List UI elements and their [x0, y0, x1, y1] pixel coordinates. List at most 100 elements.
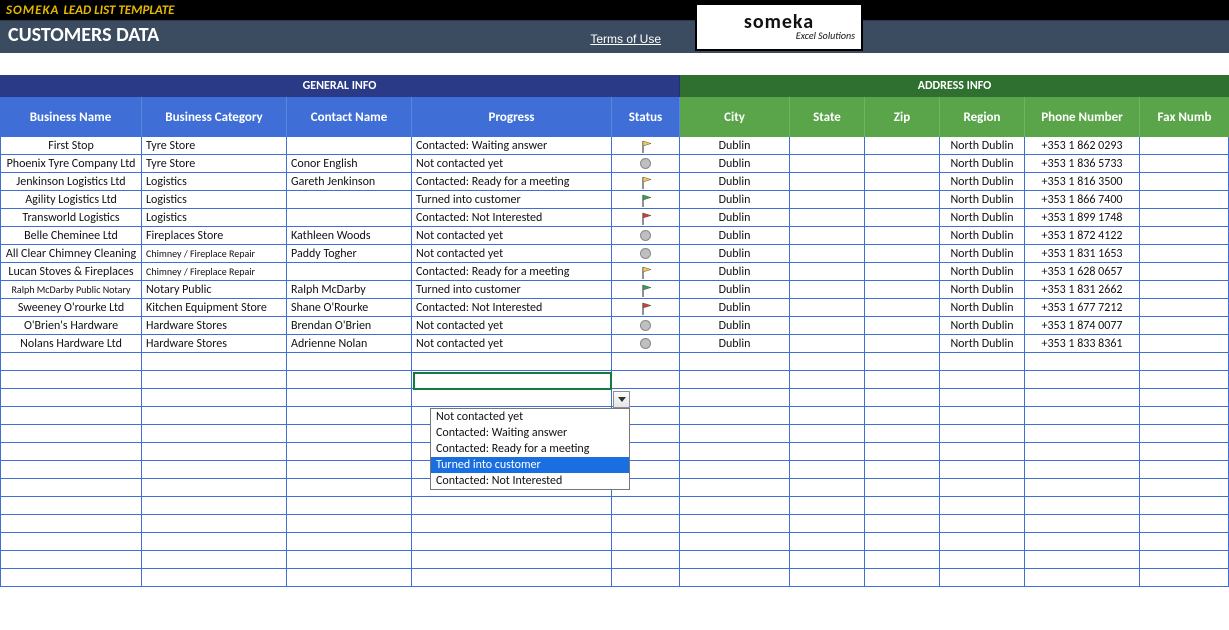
cell[interactable] — [612, 281, 680, 299]
cell[interactable] — [612, 191, 680, 209]
cell[interactable] — [940, 515, 1025, 533]
dropdown-option[interactable]: Not contacted yet — [431, 409, 629, 425]
cell[interactable]: Contacted: Not Interested — [412, 299, 612, 317]
cell[interactable] — [865, 299, 940, 317]
cell[interactable]: Sweeney O'rourke Ltd — [0, 299, 142, 317]
cell[interactable] — [412, 533, 612, 551]
cell[interactable] — [142, 371, 287, 389]
cell[interactable] — [865, 497, 940, 515]
cell[interactable] — [940, 425, 1025, 443]
cell[interactable] — [612, 263, 680, 281]
cell[interactable] — [940, 533, 1025, 551]
cell[interactable] — [790, 191, 865, 209]
cell[interactable] — [612, 371, 680, 389]
terms-of-use-link[interactable]: Terms of Use — [584, 31, 667, 47]
cell[interactable]: Not contacted yet — [412, 227, 612, 245]
cell[interactable]: Notary Public — [142, 281, 287, 299]
cell[interactable] — [680, 461, 790, 479]
cell[interactable]: Fireplaces Store — [142, 227, 287, 245]
col-zip[interactable]: Zip — [865, 97, 940, 137]
cell[interactable] — [865, 551, 940, 569]
cell[interactable] — [612, 299, 680, 317]
cell[interactable]: Chimney / Fireplace Repair — [142, 245, 287, 263]
cell[interactable] — [1025, 425, 1140, 443]
cell[interactable] — [940, 551, 1025, 569]
col-state[interactable]: State — [790, 97, 865, 137]
cell[interactable]: Contacted: Waiting answer — [412, 137, 612, 155]
cell[interactable] — [790, 425, 865, 443]
cell[interactable]: Brendan O'Brien — [287, 317, 412, 335]
cell[interactable] — [865, 353, 940, 371]
cell[interactable] — [612, 533, 680, 551]
col-contact-name[interactable]: Contact Name — [287, 97, 412, 137]
cell[interactable]: Dublin — [680, 299, 790, 317]
cell[interactable] — [142, 533, 287, 551]
col-region[interactable]: Region — [940, 97, 1025, 137]
cell[interactable]: Logistics — [142, 173, 287, 191]
cell[interactable] — [1140, 407, 1229, 425]
cell[interactable]: Tyre Store — [142, 137, 287, 155]
cell[interactable] — [287, 371, 412, 389]
cell[interactable]: +353 1 872 4122 — [1025, 227, 1140, 245]
cell[interactable] — [0, 479, 142, 497]
cell[interactable] — [680, 353, 790, 371]
cell[interactable] — [1140, 137, 1229, 155]
cell[interactable]: Dublin — [680, 191, 790, 209]
cell[interactable]: Hardware Stores — [142, 317, 287, 335]
cell[interactable] — [790, 209, 865, 227]
cell[interactable] — [287, 515, 412, 533]
cell[interactable]: North Dublin — [940, 317, 1025, 335]
dropdown-button[interactable] — [613, 391, 630, 408]
cell[interactable] — [865, 191, 940, 209]
cell[interactable] — [612, 569, 680, 587]
cell[interactable] — [612, 551, 680, 569]
cell[interactable]: North Dublin — [940, 173, 1025, 191]
cell[interactable] — [1140, 425, 1229, 443]
cell[interactable]: +353 1 862 0293 — [1025, 137, 1140, 155]
cell[interactable] — [1140, 479, 1229, 497]
cell[interactable]: Ralph McDarby Public Notary — [0, 281, 142, 299]
cell[interactable] — [412, 515, 612, 533]
cell[interactable] — [790, 479, 865, 497]
col-business-category[interactable]: Business Category — [142, 97, 287, 137]
cell[interactable]: Not contacted yet — [412, 245, 612, 263]
col-city[interactable]: City — [680, 97, 790, 137]
cell[interactable]: +353 1 677 7212 — [1025, 299, 1140, 317]
cell[interactable]: Conor English — [287, 155, 412, 173]
cell[interactable] — [1140, 515, 1229, 533]
progress-dropdown-list[interactable]: Not contacted yetContacted: Waiting answ… — [430, 408, 630, 490]
cell[interactable] — [865, 155, 940, 173]
cell[interactable]: North Dublin — [940, 245, 1025, 263]
cell[interactable] — [790, 263, 865, 281]
cell[interactable] — [0, 569, 142, 587]
cell[interactable] — [0, 353, 142, 371]
cell[interactable] — [790, 443, 865, 461]
cell[interactable] — [680, 425, 790, 443]
cell[interactable]: All Clear Chimney Cleaning — [0, 245, 142, 263]
cell[interactable]: Dublin — [680, 245, 790, 263]
cell[interactable] — [865, 515, 940, 533]
cell[interactable] — [1140, 263, 1229, 281]
cell[interactable]: Ralph McDarby — [287, 281, 412, 299]
cell[interactable] — [790, 407, 865, 425]
cell[interactable]: Contacted: Ready for a meeting — [412, 263, 612, 281]
cell[interactable] — [865, 425, 940, 443]
cell[interactable] — [412, 389, 612, 407]
cell[interactable] — [680, 551, 790, 569]
cell[interactable] — [1025, 551, 1140, 569]
dropdown-option[interactable]: Contacted: Not Interested — [431, 473, 629, 489]
cell[interactable]: North Dublin — [940, 155, 1025, 173]
cell[interactable] — [287, 443, 412, 461]
cell[interactable] — [1140, 497, 1229, 515]
cell[interactable] — [940, 569, 1025, 587]
cell[interactable] — [940, 353, 1025, 371]
cell[interactable]: Dublin — [680, 281, 790, 299]
cell[interactable] — [612, 353, 680, 371]
cell[interactable] — [940, 443, 1025, 461]
cell[interactable] — [865, 479, 940, 497]
cell[interactable] — [940, 479, 1025, 497]
cell[interactable] — [142, 407, 287, 425]
cell[interactable] — [287, 191, 412, 209]
cell[interactable]: Not contacted yet — [412, 317, 612, 335]
cell[interactable] — [0, 551, 142, 569]
